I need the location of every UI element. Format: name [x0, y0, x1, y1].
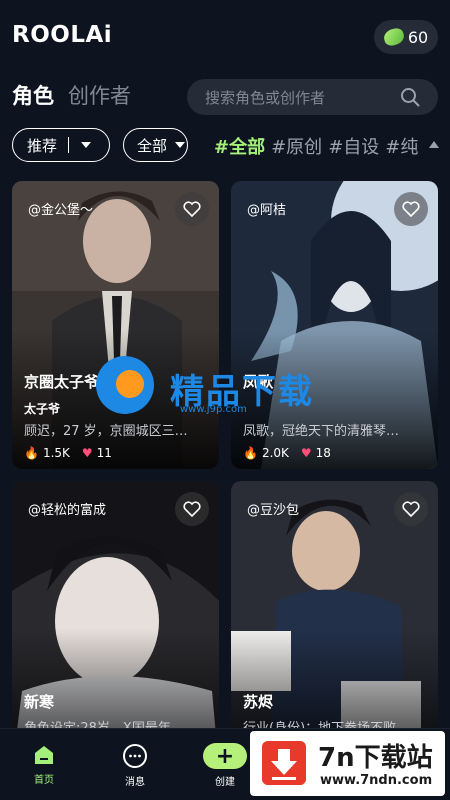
- fire-icon: 🔥: [24, 446, 39, 460]
- coin-count: 60: [407, 27, 429, 47]
- card-title: 京圈太子爷: [24, 373, 100, 391]
- character-card[interactable]: @轻松的富成 新寒 角色设定:28岁，X国最年…: [12, 481, 219, 769]
- chevron-down-icon: [81, 142, 92, 148]
- nav-create[interactable]: + 创建: [201, 743, 249, 788]
- tag-pure[interactable]: #纯: [385, 133, 418, 159]
- popularity-count: 2.0K: [261, 446, 289, 460]
- favorite-count: 11: [96, 446, 112, 460]
- nav-label: 创建: [215, 777, 235, 788]
- heart-outline-icon: [402, 501, 420, 517]
- heart-outline-icon: [183, 501, 201, 517]
- tag-self-set[interactable]: #自设: [328, 133, 379, 159]
- search-input[interactable]: 搜索角色或创作者: [187, 79, 438, 115]
- heart-outline-icon: [402, 201, 420, 217]
- expand-tags-icon[interactable]: [429, 141, 439, 148]
- watermark-badge: 7n下载站 www.7ndn.com: [250, 731, 445, 796]
- sort-dropdown[interactable]: 推荐: [12, 128, 110, 162]
- category-dropdown[interactable]: 全部: [123, 128, 188, 162]
- search-icon[interactable]: [400, 87, 420, 107]
- nav-home[interactable]: 首页: [20, 743, 68, 786]
- tab-characters[interactable]: 角色: [12, 80, 54, 110]
- tab-creators[interactable]: 创作者: [68, 80, 131, 110]
- search-placeholder: 搜索角色或创作者: [205, 88, 326, 107]
- app-logo: ROOLAi: [12, 22, 113, 48]
- coin-balance[interactable]: 60: [374, 20, 438, 54]
- download-icon: [262, 741, 306, 785]
- heart-outline-icon: [183, 201, 201, 217]
- heart-icon: ♥: [300, 446, 312, 460]
- divider: [68, 137, 70, 153]
- card-author[interactable]: @豆沙包: [247, 499, 299, 518]
- watermark-logo-dot: [116, 370, 144, 398]
- card-subtitle: 太子爷: [24, 402, 61, 416]
- card-stats: 🔥 1.5K ♥ 11: [24, 446, 112, 460]
- card-title: 新寒: [24, 693, 55, 711]
- favorite-button[interactable]: [394, 192, 428, 226]
- nav-label: 首页: [34, 775, 54, 786]
- card-author[interactable]: @阿桔: [247, 199, 286, 218]
- heart-icon: ♥: [81, 446, 93, 460]
- chat-icon: [123, 744, 147, 768]
- plus-icon: +: [203, 743, 247, 769]
- tag-list: #全部 #原创 #自设 #纯: [214, 133, 418, 159]
- nav-label: 消息: [125, 777, 145, 788]
- character-card[interactable]: @豆沙包 苏烬 行业(身份)：地下拳场不败…: [231, 481, 438, 769]
- watermark: 精品下载 www.j9p.com: [90, 350, 360, 430]
- favorite-count: 18: [315, 446, 331, 460]
- gem-icon: [382, 26, 406, 48]
- chevron-down-icon: [175, 142, 186, 148]
- tag-all[interactable]: #全部: [214, 133, 265, 159]
- watermark-badge-title: 7n下载站: [318, 743, 433, 773]
- favorite-button[interactable]: [394, 492, 428, 526]
- nav-messages[interactable]: 消息: [111, 743, 159, 788]
- fire-icon: 🔥: [243, 446, 258, 460]
- tag-original[interactable]: #原创: [271, 133, 322, 159]
- watermark-badge-url: www.7ndn.com: [320, 773, 433, 788]
- watermark-url: www.j9p.com: [180, 404, 247, 415]
- popularity-count: 1.5K: [42, 446, 70, 460]
- top-bar: ROOLAi 60: [0, 0, 450, 76]
- card-stats: 🔥 2.0K ♥ 18: [243, 446, 331, 460]
- category-label: 全部: [137, 136, 168, 155]
- main-tabs: 角色 创作者: [12, 80, 131, 110]
- card-author[interactable]: @轻松的富成: [28, 499, 106, 518]
- filter-row: 推荐 全部 #全部 #原创 #自设 #纯: [12, 128, 450, 162]
- home-icon: [35, 746, 53, 764]
- favorite-button[interactable]: [175, 192, 209, 226]
- card-author[interactable]: @金公堡～: [28, 199, 93, 218]
- favorite-button[interactable]: [175, 492, 209, 526]
- sort-label: 推荐: [27, 136, 58, 155]
- card-title: 苏烬: [243, 693, 274, 711]
